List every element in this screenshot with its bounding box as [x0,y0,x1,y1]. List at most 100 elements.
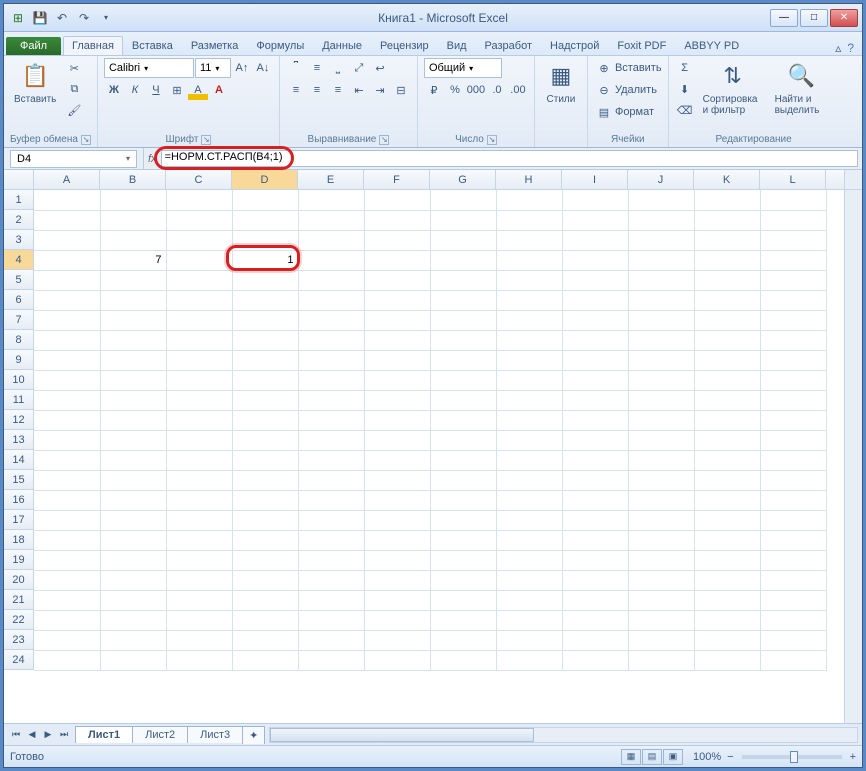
cell[interactable] [298,350,364,370]
cell[interactable] [232,650,298,670]
sheet-tab-3[interactable]: Лист3 [187,726,243,743]
cell[interactable] [298,210,364,230]
cell[interactable] [364,510,430,530]
row-header[interactable]: 20 [4,570,34,590]
tab-addins[interactable]: Надстрой [541,36,608,55]
cell[interactable] [232,510,298,530]
cell[interactable] [694,250,760,270]
cell[interactable] [34,410,100,430]
align-left-icon[interactable]: ≡ [286,80,306,100]
cell[interactable] [166,310,232,330]
cell[interactable] [628,210,694,230]
row-header[interactable]: 9 [4,350,34,370]
tab-data[interactable]: Данные [313,36,371,55]
font-size-combo[interactable]: 11▾ [195,58,231,78]
cell[interactable] [100,370,166,390]
column-header[interactable]: B [100,170,166,189]
cell[interactable] [430,390,496,410]
sheet-first-icon[interactable]: ⏮ [8,727,24,743]
row-header[interactable]: 15 [4,470,34,490]
currency-icon[interactable]: ₽ [424,80,444,100]
cells-area[interactable]: 71 [34,190,844,723]
cell[interactable] [694,490,760,510]
cell[interactable] [694,610,760,630]
row-header[interactable]: 22 [4,610,34,630]
merge-icon[interactable]: ⊟ [391,80,411,100]
cell[interactable] [298,250,364,270]
column-header[interactable]: D [232,170,298,189]
align-center-icon[interactable]: ≡ [307,80,327,100]
cell[interactable] [496,590,562,610]
bold-icon[interactable]: Ж [104,80,124,100]
cell[interactable] [364,630,430,650]
fill-icon[interactable]: ⬇ [675,79,695,99]
cell[interactable] [166,450,232,470]
help-icon[interactable]: ? [847,41,854,55]
redo-icon[interactable]: ↷ [74,8,94,28]
cell[interactable] [364,390,430,410]
cell[interactable] [760,190,826,210]
cell[interactable] [562,610,628,630]
tab-developer[interactable]: Разработ [476,36,541,55]
zoom-slider[interactable] [742,755,842,759]
zoom-in-icon[interactable]: + [850,751,856,763]
cell[interactable] [562,390,628,410]
cell[interactable] [364,610,430,630]
cell[interactable] [562,630,628,650]
cell[interactable] [34,450,100,470]
cell[interactable] [166,550,232,570]
minimize-button[interactable]: — [770,9,798,27]
cell[interactable] [562,270,628,290]
cell[interactable] [562,450,628,470]
orientation-icon[interactable]: ⤢ [349,58,369,78]
cell[interactable] [232,590,298,610]
cell[interactable] [34,530,100,550]
row-header[interactable]: 21 [4,590,34,610]
cell[interactable] [694,590,760,610]
cell[interactable] [166,470,232,490]
cell[interactable] [562,570,628,590]
clipboard-dialog-icon[interactable]: ↘ [81,135,91,145]
cell[interactable] [430,610,496,630]
cell[interactable] [34,630,100,650]
cell[interactable] [694,290,760,310]
cell[interactable] [166,610,232,630]
cell[interactable] [496,290,562,310]
cell[interactable] [34,230,100,250]
underline-icon[interactable]: Ч [146,80,166,100]
cell[interactable] [760,350,826,370]
cell[interactable] [166,530,232,550]
cell[interactable] [298,290,364,310]
cell[interactable] [496,190,562,210]
cell[interactable] [34,250,100,270]
column-header[interactable]: G [430,170,496,189]
cell[interactable] [562,590,628,610]
styles-button[interactable]: ▦ Стили [541,58,581,107]
cell[interactable] [298,450,364,470]
cell[interactable] [232,490,298,510]
align-dialog-icon[interactable]: ↘ [379,135,389,145]
cell[interactable] [34,390,100,410]
cell[interactable] [694,390,760,410]
vertical-scrollbar[interactable] [844,170,862,189]
cell[interactable] [430,590,496,610]
tab-review[interactable]: Рецензир [371,36,438,55]
cell[interactable] [694,330,760,350]
cell[interactable] [562,370,628,390]
row-header[interactable]: 2 [4,210,34,230]
cell[interactable] [562,430,628,450]
autosum-icon[interactable]: Σ [675,58,695,78]
cell[interactable] [166,410,232,430]
cell[interactable] [364,490,430,510]
increase-decimal-icon[interactable]: .0 [487,80,507,100]
cell[interactable] [298,590,364,610]
close-button[interactable]: ✕ [830,9,858,27]
cell[interactable] [166,570,232,590]
cell[interactable] [694,190,760,210]
cell[interactable] [298,390,364,410]
paste-button[interactable]: 📋 Вставить [10,58,60,107]
cell[interactable] [628,470,694,490]
cell[interactable] [364,590,430,610]
cell[interactable] [100,210,166,230]
cell[interactable] [430,650,496,670]
